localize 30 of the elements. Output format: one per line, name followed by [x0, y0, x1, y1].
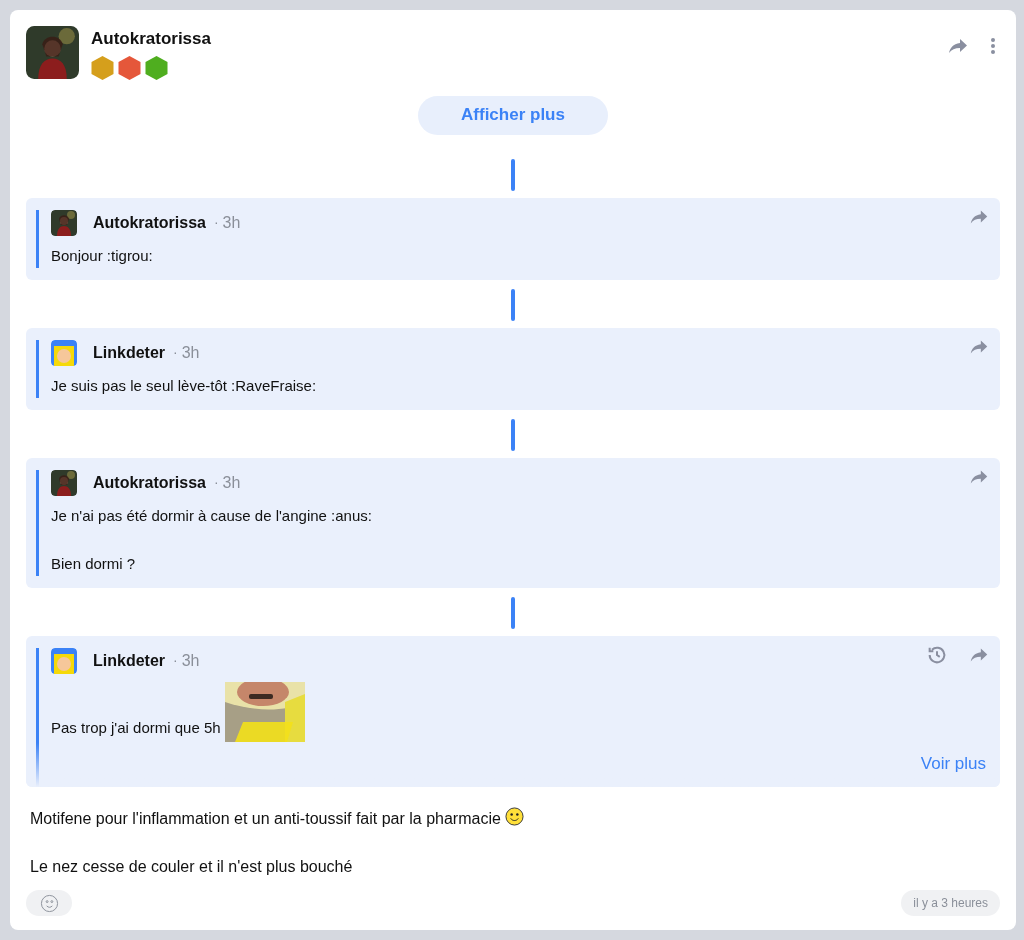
avatar: [51, 209, 77, 236]
reaction-button[interactable]: [26, 890, 72, 916]
separator: ·: [213, 213, 219, 232]
message-time: 3h: [181, 342, 200, 363]
avatar: [51, 647, 77, 674]
message-text: Bonjour :tigrou:: [51, 246, 153, 264]
author-name[interactable]: Linkdeter: [93, 340, 165, 365]
avatar: [26, 26, 79, 79]
timestamp: il y a 3 heures: [901, 890, 1000, 916]
message-text: Je n'ai pas été dormir à cause de l'angine :anus:: [51, 506, 372, 524]
post-text: Motifene pour l'inflammation et un anti-toussif fait par la pharmacie: [30, 808, 501, 829]
message-text: Bien dormi ?: [51, 554, 136, 572]
smiley-icon: [504, 807, 524, 826]
separator: ·: [213, 473, 219, 492]
avatar: [51, 469, 77, 496]
author-name[interactable]: Autokratorissa: [93, 210, 206, 235]
message-text: Je suis pas le seul lève-tôt :RaveFraise:: [51, 376, 317, 394]
smiley-icon: [39, 893, 59, 913]
author-name[interactable]: Linkdeter: [93, 648, 165, 673]
message-time: 3h: [222, 472, 241, 493]
separator: ·: [173, 651, 178, 670]
author-name[interactable]: Autokratorissa: [91, 26, 211, 52]
message-time: 3h: [222, 212, 241, 233]
avatar: [51, 339, 77, 366]
separator: ·: [173, 343, 178, 362]
message-time: 3h: [181, 650, 200, 671]
author-name[interactable]: Autokratorissa: [93, 470, 206, 495]
message-text: Pas trop j'ai dormi que 5h: [51, 718, 221, 738]
post-text: Le nez cesse de couler et il n'est plus bouché: [30, 856, 353, 877]
more-options-icon[interactable]: [990, 37, 996, 55]
